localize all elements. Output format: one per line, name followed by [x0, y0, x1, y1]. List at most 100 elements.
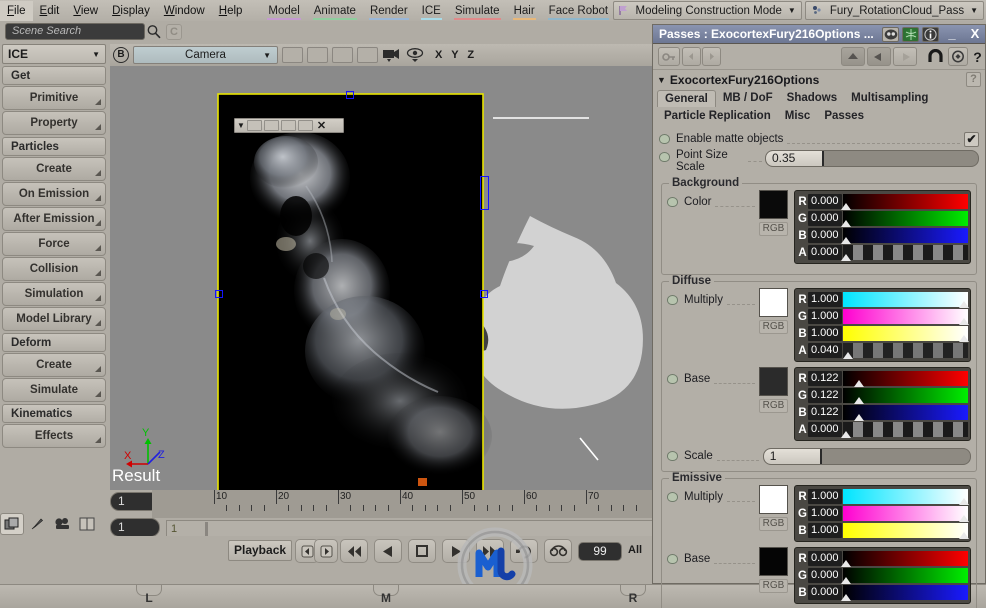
- property-panel-titlebar[interactable]: Passes : ExocortexFury216Options ... _ X: [653, 25, 985, 44]
- close-button[interactable]: X: [965, 26, 985, 43]
- region-button-3[interactable]: [280, 120, 296, 131]
- background-color-R-bar[interactable]: [840, 194, 968, 210]
- background-color-color-swatch[interactable]: [759, 190, 788, 219]
- channel-marker[interactable]: [854, 397, 865, 404]
- submenu-triangle-icon[interactable]: [95, 99, 101, 105]
- stop-button[interactable]: [408, 539, 436, 563]
- diffuse-scale-value[interactable]: 1: [763, 448, 822, 464]
- submenu-triangle-icon[interactable]: [95, 437, 101, 443]
- playback-end-frame-field[interactable]: 99: [578, 542, 622, 561]
- sidebar-header-get[interactable]: Get: [2, 66, 106, 85]
- diffuse-base-G-value[interactable]: 0.122: [808, 388, 842, 403]
- move-left-button[interactable]: [867, 47, 891, 66]
- emissive-base-R-bar[interactable]: [840, 551, 968, 567]
- animation-bulb-icon[interactable]: [667, 492, 678, 502]
- diffuse-base-B-bar[interactable]: [843, 405, 968, 421]
- diffuse-base-R-bar[interactable]: [843, 371, 968, 387]
- emissive-base-color-swatch[interactable]: [759, 547, 788, 576]
- diffuse-base-A-bar[interactable]: [840, 422, 968, 438]
- sidebar-item-primitive[interactable]: Primitive: [2, 86, 106, 110]
- jump-end-button[interactable]: [476, 539, 504, 563]
- menu-category-animate[interactable]: Animate: [307, 1, 363, 21]
- move-right-button[interactable]: [893, 47, 917, 66]
- menu-item-help[interactable]: Help: [212, 1, 250, 21]
- submenu-triangle-icon[interactable]: [95, 195, 101, 201]
- camera-selector[interactable]: Camera ▼: [133, 46, 278, 64]
- emissive-multiply-G-value[interactable]: 1.000: [808, 506, 842, 521]
- menu-item-file[interactable]: File: [0, 0, 33, 21]
- animation-bulb-icon[interactable]: [667, 451, 678, 461]
- nav-forward-button[interactable]: [702, 47, 721, 66]
- selection-handle-top[interactable]: [346, 91, 354, 99]
- viewport-letter-badge[interactable]: B: [113, 47, 129, 63]
- selection-handle-far-right[interactable]: [480, 176, 489, 210]
- tab-shadows[interactable]: Shadows: [780, 90, 844, 107]
- animation-bulb-icon[interactable]: [667, 554, 678, 564]
- submenu-triangle-icon[interactable]: [95, 391, 101, 397]
- globe-icon[interactable]: [902, 26, 919, 42]
- region-button-4[interactable]: [297, 120, 313, 131]
- axes-toggle-label[interactable]: X Y Z: [435, 49, 477, 61]
- emissive-base-G-value[interactable]: 0.000: [808, 568, 842, 583]
- channel-marker[interactable]: [840, 577, 851, 584]
- animation-bulb-icon[interactable]: [667, 295, 678, 305]
- background-color-A-value[interactable]: 0.000: [808, 245, 842, 260]
- viewport-button-4[interactable]: [357, 47, 378, 63]
- diffuse-multiply-B-bar[interactable]: [843, 326, 970, 342]
- emissive-base-R-value[interactable]: 0.000: [808, 551, 842, 566]
- magnet-icon[interactable]: [925, 47, 946, 66]
- sidebar-item-property[interactable]: Property: [2, 111, 106, 135]
- key-icon[interactable]: [658, 47, 680, 66]
- diffuse-base-color-swatch[interactable]: [759, 367, 788, 396]
- region-button-2[interactable]: [263, 120, 279, 131]
- sidebar-item-collision[interactable]: Collision: [2, 257, 106, 281]
- matte-objects-checkbox[interactable]: ✔: [964, 131, 979, 147]
- jump-start-button[interactable]: [340, 539, 368, 563]
- emissive-base-G-bar[interactable]: [840, 568, 968, 584]
- background-color-A-bar[interactable]: [840, 245, 968, 261]
- sidebar-item-on-emission[interactable]: On Emission: [2, 182, 106, 206]
- emissive-multiply-B-value[interactable]: 1.000: [808, 523, 842, 538]
- background-color-rgb-tag[interactable]: RGB: [759, 222, 788, 236]
- background-color-G-bar[interactable]: [840, 211, 968, 227]
- info-icon[interactable]: [922, 26, 939, 42]
- loop-button[interactable]: [510, 539, 538, 563]
- menu-item-edit[interactable]: Edit: [33, 1, 67, 21]
- timeline-slider-thumb[interactable]: [205, 522, 208, 537]
- point-size-slider[interactable]: 0.35: [765, 150, 979, 167]
- viewport-button-1[interactable]: [282, 47, 303, 63]
- scene-search-input[interactable]: Scene Search: [5, 23, 145, 40]
- menu-category-ice[interactable]: ICE: [415, 1, 448, 21]
- animation-bulb-icon[interactable]: [667, 197, 678, 207]
- background-color-R-value[interactable]: 0.000: [808, 194, 842, 209]
- channel-marker[interactable]: [843, 352, 853, 359]
- emissive-base-rgb-tag[interactable]: RGB: [759, 579, 788, 593]
- diffuse-base-G-bar[interactable]: [843, 388, 968, 404]
- sidebar-item-force[interactable]: Force: [2, 232, 106, 256]
- tab-general[interactable]: General: [657, 90, 716, 107]
- node-help-icon[interactable]: ?: [966, 72, 981, 87]
- channel-marker[interactable]: [959, 318, 970, 325]
- channel-marker[interactable]: [959, 532, 970, 539]
- background-color-G-value[interactable]: 0.000: [808, 211, 842, 226]
- timeline-ruler[interactable]: 10 20 30 40 50 60 70: [152, 478, 658, 518]
- collapse-triangle-icon[interactable]: ▼: [657, 75, 666, 85]
- channel-marker[interactable]: [959, 515, 970, 522]
- inspect-icon[interactable]: [882, 26, 899, 42]
- diffuse-multiply-R-value[interactable]: 1.000: [808, 292, 842, 307]
- diffuse-base-rgb-tag[interactable]: RGB: [759, 399, 788, 413]
- emissive-multiply-R-bar[interactable]: [843, 489, 970, 505]
- move-up-button[interactable]: [841, 47, 865, 66]
- audio-button[interactable]: [544, 539, 572, 563]
- timeline-current-frame-field[interactable]: 1: [110, 518, 160, 537]
- submenu-triangle-icon[interactable]: [95, 366, 101, 372]
- emissive-multiply-rgb-tag[interactable]: RGB: [759, 517, 788, 531]
- sidebar-item-simulate[interactable]: Simulate: [2, 378, 106, 402]
- channel-marker[interactable]: [840, 431, 851, 438]
- sidebar-item-after-emission[interactable]: After Emission: [2, 207, 106, 231]
- viewport-button-3[interactable]: [332, 47, 353, 63]
- menu-item-window[interactable]: Window: [157, 1, 212, 21]
- submenu-triangle-icon[interactable]: [95, 170, 101, 176]
- tab-passes[interactable]: Passes: [817, 108, 871, 125]
- help-icon[interactable]: ?: [970, 47, 985, 66]
